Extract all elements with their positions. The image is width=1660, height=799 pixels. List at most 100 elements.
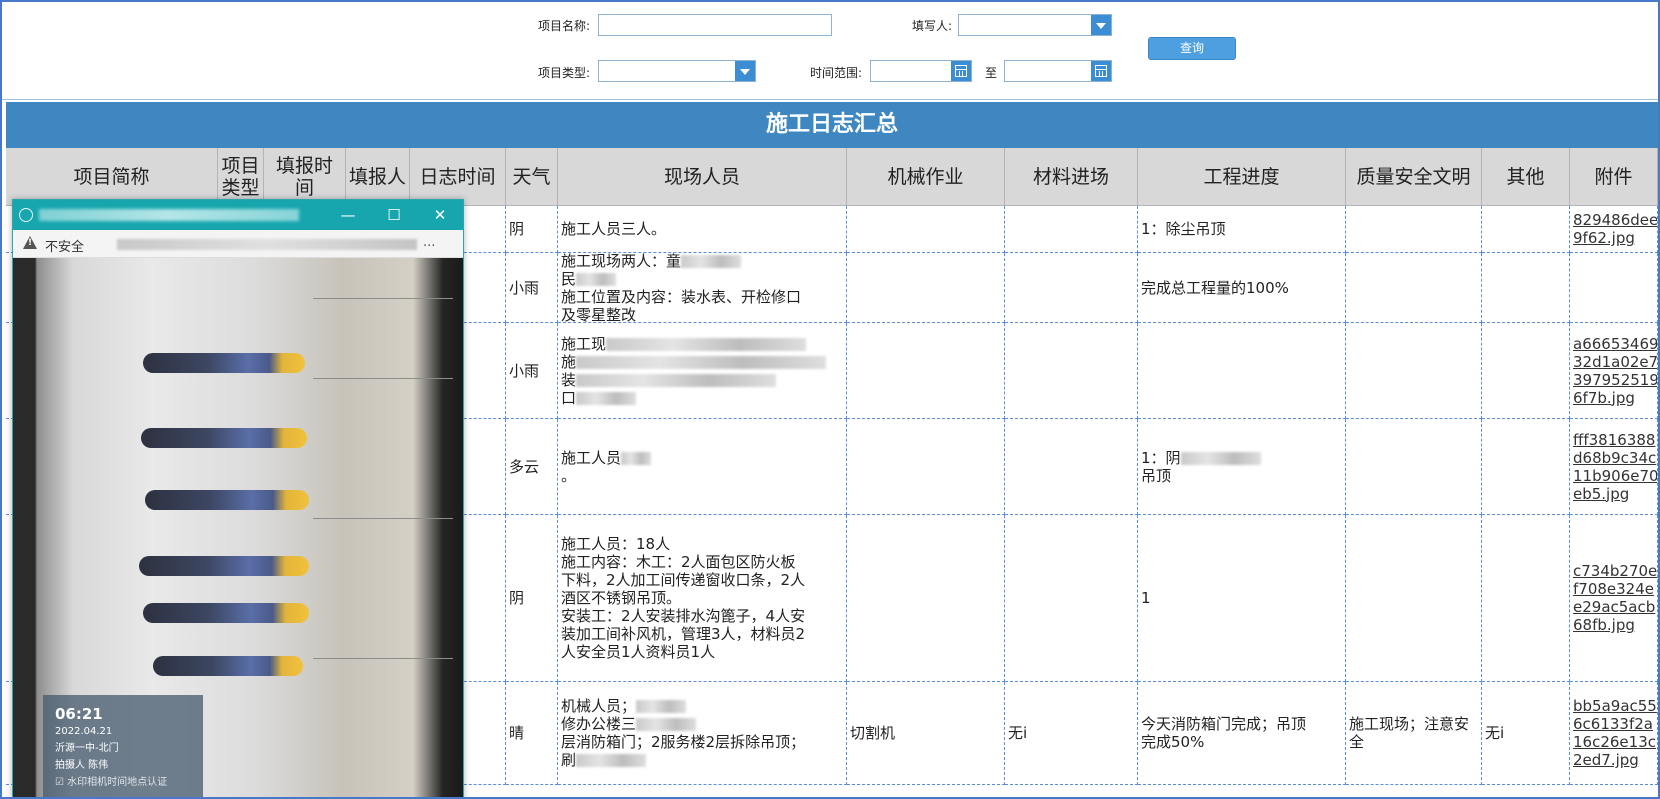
cell-staff-text: 施工位置及内容：装水表、开检修口 [561,287,802,306]
header-machine[interactable]: 机械作业 [847,148,1005,206]
attachment-link-line[interactable]: bb5a9ac55 [1573,697,1657,715]
photo-popup-window[interactable]: — ☐ ✕ 不安全 ... 06:21 2022.04.21 沂源一中-北门 [12,199,464,797]
worker-figure [139,556,309,576]
cell-material-line: 无i [1008,724,1134,742]
project-type-combo[interactable] [598,60,756,82]
cell-staff-text: 机械人员； [561,697,637,715]
chevron-down-icon[interactable] [1091,15,1111,35]
maximize-icon[interactable]: ☐ [371,200,417,230]
minimize-icon[interactable]: — [325,200,371,230]
header-project-name[interactable]: 项目简称 [6,148,218,206]
attachment-link-line[interactable]: a66653469 [1573,335,1657,353]
cell-staff: 施工人员三人。 [558,206,847,253]
cell-other [1482,419,1570,515]
header-progress[interactable]: 工程进度 [1138,148,1346,206]
attachment-link-line[interactable]: 2ed7.jpg [1573,751,1654,769]
attachment-link-line[interactable]: eb5.jpg [1573,485,1654,503]
attachment-link-line[interactable]: c734b270e [1573,562,1657,580]
header-weather[interactable]: 天气 [506,148,558,206]
popup-titlebar[interactable]: — ☐ ✕ [13,200,463,230]
redacted-text [576,272,617,286]
cell-machine: 切割机 [847,682,1005,785]
query-button[interactable]: 查询 [1148,37,1236,60]
attachment-link[interactable]: a66653469 32d1a02e7 397952519 6f7b.jpg [1573,335,1657,407]
cell-staff-lines: 施工人员：18人 施工内容：木工：2人面包区防火板 下料，2人加工间传递窗收口条，2… [561,535,843,661]
attachment-link[interactable]: bb5a9ac55 6c6133f2a 16c26e13c 2ed7.jpg [1573,697,1657,769]
header-log-time[interactable]: 日志时间 [410,148,506,206]
cell-material-text: 无i [1008,724,1028,742]
cell-staff-line: 装加工间补风机，管理3人，材料员2 [561,625,843,643]
cell-weather-lines: 晴 [509,724,554,742]
header-quality[interactable]: 质量安全文明 [1346,148,1482,206]
header-row: 项目简称 项目 类型 填报时 间 填报人 日志时间 天气 现场人员 机械作业 材… [6,148,1658,206]
search-form: 项目名称: 填写人: 项目类型: 时间范围: 至 查询 [2,2,1658,100]
cell-weather-line: 多云 [509,458,554,476]
attachment-link[interactable]: c734b270e f708e324e e29ac5acb 68fb.jpg [1573,562,1657,634]
attachment-link-line[interactable]: 6f7b.jpg [1573,389,1654,407]
cell-progress-line: 吊顶 [1141,467,1342,485]
date-to-field[interactable] [1004,60,1112,82]
attachment-link-line[interactable]: 68fb.jpg [1573,616,1654,634]
cell-progress-text: 吊顶 [1141,466,1172,485]
cell-quality-line: 施工现场；注意安全 [1349,715,1478,751]
cell-attachment: c734b270e f708e324e e29ac5acb 68fb.jpg [1570,515,1658,682]
cell-staff-line: 民 [561,270,843,288]
header-filler[interactable]: 填报人 [346,148,410,206]
attachment-link[interactable]: 829486dee 9f62.jpg [1573,211,1657,247]
header-staff[interactable]: 现场人员 [558,148,847,206]
close-icon[interactable]: ✕ [417,200,463,230]
attachment-link-line[interactable]: fff3816388 [1573,431,1655,449]
header-attachment[interactable]: 附件 [1570,148,1658,206]
chevron-down-icon[interactable] [735,61,755,81]
cell-material [1005,419,1138,515]
cell-material [1005,206,1138,253]
popup-title-redacted [39,209,299,221]
header-material[interactable]: 材料进场 [1005,148,1138,206]
cell-progress: 1：阴 吊顶 [1138,419,1346,515]
cell-quality: 施工现场；注意安全 [1346,682,1482,785]
project-name-label: 项目名称: [538,19,591,33]
worker-figure [145,490,309,510]
attachment-link-line[interactable]: 829486dee [1573,211,1657,229]
attachment-link-line[interactable]: 397952519 [1573,371,1657,389]
cell-staff-text: 民 [561,269,577,288]
cell-staff-line: 下料，2人加工间传递窗收口条，2人 [561,571,843,589]
date-from-field[interactable] [870,60,972,82]
cell-material [1005,253,1138,323]
cell-machine [847,323,1005,419]
cell-quality [1346,323,1482,419]
header-project-type[interactable]: 项目 类型 [218,148,264,206]
cell-machine [847,515,1005,682]
cell-staff: 施工现场两人：童民施工位置及内容：装水表、开检修口 及零星整改 [558,253,847,323]
filler-combo[interactable] [958,14,1112,36]
redacted-text [576,754,647,767]
attachment-link-line[interactable]: e29ac5acb [1573,598,1655,616]
cell-weather: 多云 [506,419,558,515]
cell-other-text: 无i [1485,724,1505,742]
cell-attachment: fff3816388 d68b9c34c 11b906e70 eb5.jpg [1570,419,1658,515]
attachment-link-line[interactable]: 6c6133f2a [1573,715,1654,733]
header-other[interactable]: 其他 [1482,148,1570,206]
calendar-icon[interactable] [951,61,971,81]
cell-staff-text: 施工人员三人。 [561,220,667,238]
attachment-link-line[interactable]: 11b906e70 [1573,467,1657,485]
ceiling-line [313,298,453,299]
calendar-icon[interactable] [1091,61,1111,81]
attachment-link-line[interactable]: 32d1a02e7 [1573,353,1657,371]
project-type-label: 项目类型: [538,66,591,80]
attachment-link-line[interactable]: d68b9c34c [1573,449,1656,467]
attachment-link-line[interactable]: 16c26e13c [1573,733,1656,751]
cell-weather-lines: 小雨 [509,362,554,380]
attachment-link-line[interactable]: f708e324e [1573,580,1654,598]
cell-weather-line: 阴 [509,220,554,238]
address-bar[interactable]: 不安全 ... [13,230,463,258]
attachment-link-line[interactable]: 9f62.jpg [1573,229,1654,247]
cell-staff-text: 施工内容：木工：2人面包区防火板 [561,553,796,571]
redacted-text [681,254,742,268]
header-fill-time[interactable]: 填报时 间 [264,148,346,206]
cell-progress-lines: 今天消防箱门完成；吊顶 完成50% [1141,715,1342,751]
project-name-input[interactable] [598,14,832,36]
cell-progress-text: 今天消防箱门完成；吊顶 [1141,715,1307,733]
cell-quality [1346,253,1482,323]
attachment-link[interactable]: fff3816388 d68b9c34c 11b906e70 eb5.jpg [1573,431,1657,503]
